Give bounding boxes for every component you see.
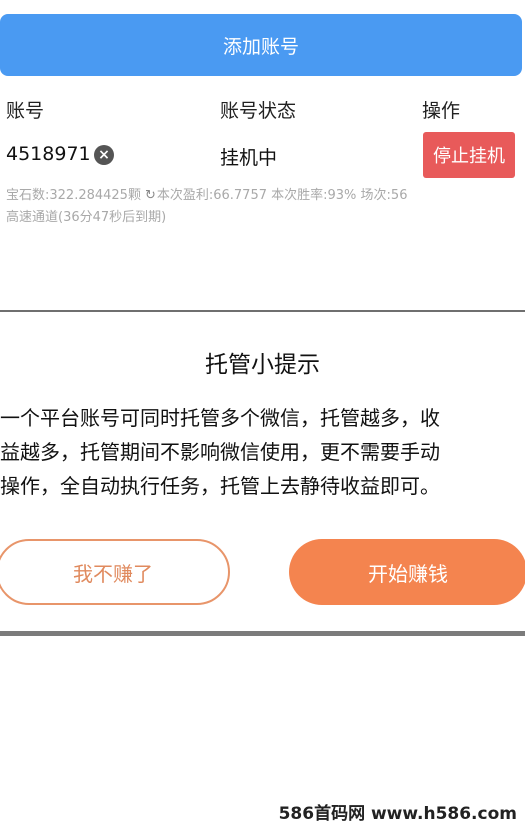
table-row: 4518971 × 挂机中 停止挂机 xyxy=(0,132,525,178)
account-stats: 宝石数:322.284425颗 ↻本次盈利:66.7757 本次胜率:93% 场次… xyxy=(6,184,407,203)
dialog-title: 托管小提示 xyxy=(205,352,320,378)
refresh-icon[interactable]: ↻ xyxy=(145,188,156,203)
table-header: 账号 账号状态 操作 xyxy=(0,96,525,126)
start-earning-button[interactable]: 开始赚钱 xyxy=(289,539,525,605)
watermark: 586首码网 www.h586.com xyxy=(278,804,517,824)
dialog-body-line: 一个平台账号可同时托管多个微信，托管越多，收 xyxy=(0,406,440,430)
hosting-tip-dialog: 托管小提示 一个平台账号可同时托管多个微信，托管越多，收 益越多，托管期间不影响… xyxy=(0,310,525,636)
dialog-body: 一个平台账号可同时托管多个微信，托管越多，收 益越多，托管期间不影响微信使用，更… xyxy=(0,401,525,503)
header-status: 账号状态 xyxy=(220,100,297,122)
dialog-body-line: 操作，全自动执行任务，托管上去静待收益即可。 xyxy=(0,474,440,498)
session-stats: 本次盈利:66.7757 本次胜率:93% 场次:56 xyxy=(156,188,408,203)
account-status: 挂机中 xyxy=(220,147,278,169)
header-operation: 操作 xyxy=(422,100,461,122)
channel-expiry: 高速通道(36分47秒后到期) xyxy=(6,210,167,225)
stop-hosting-button[interactable]: 停止挂机 xyxy=(423,132,515,178)
gem-count: 宝石数:322.284425颗 xyxy=(6,188,141,203)
cancel-button[interactable]: 我不赚了 xyxy=(0,539,230,605)
account-id: 4518971 xyxy=(6,143,91,165)
dialog-body-line: 益越多，托管期间不影响微信使用，更不需要手动 xyxy=(0,440,440,464)
divider xyxy=(0,258,525,310)
add-account-button[interactable]: 添加账号 xyxy=(0,14,522,76)
close-circle-icon[interactable]: × xyxy=(94,145,114,165)
header-account: 账号 xyxy=(6,100,45,122)
